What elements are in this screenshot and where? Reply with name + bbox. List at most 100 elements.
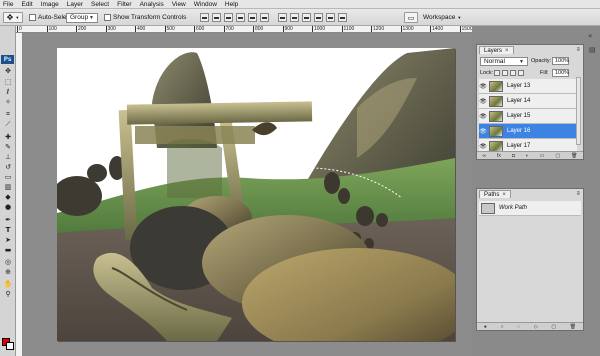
layers-panel: Layers × ≡ Normal ▼ Opacity: 100% Lock: … [476, 44, 584, 160]
brush-tool-icon[interactable]: ✎ [3, 143, 13, 151]
background-color-swatch[interactable] [6, 342, 14, 350]
zoom-tool-icon[interactable]: ⚲ [3, 290, 13, 298]
align-right-icon[interactable] [260, 13, 269, 22]
ruler-tick-label: 900 [282, 26, 293, 32]
document-canvas[interactable] [57, 48, 455, 341]
eye-icon[interactable]: 👁 [479, 83, 487, 90]
blur-tool-icon[interactable]: ◆ [3, 193, 13, 201]
hand-tool-icon[interactable]: ✋ [3, 280, 13, 288]
menu-item-window[interactable]: Window [190, 0, 221, 9]
marquee-tool-icon[interactable]: ⬚ [3, 78, 13, 86]
menu-item-help[interactable]: Help [221, 0, 242, 9]
dodge-tool-icon[interactable]: ● [3, 203, 13, 211]
eye-icon[interactable]: 👁 [479, 113, 487, 120]
lasso-tool-icon[interactable]: ℓ [3, 88, 13, 96]
lock-all-icon[interactable] [518, 70, 524, 76]
layers-footer: ∞ fx ◘ ◐ ▭ ▢ 🗑 [477, 151, 583, 159]
type-tool-icon[interactable]: T [3, 226, 13, 234]
eyedropper-tool-icon[interactable]: ⟋ [3, 120, 13, 128]
make-work-path-icon[interactable]: ◇ [534, 324, 538, 330]
load-selection-icon[interactable]: ◌ [517, 324, 520, 330]
tab-layers[interactable]: Layers × [479, 46, 514, 54]
delete-path-icon[interactable]: 🗑 [570, 324, 576, 330]
align-hcenter-icon[interactable] [248, 13, 257, 22]
align-bottom-icon[interactable] [224, 13, 233, 22]
fill-path-icon[interactable]: ● [484, 324, 487, 330]
new-path-icon[interactable]: ▢ [551, 324, 556, 330]
layer-row[interactable]: 👁 Layer 13 [479, 79, 577, 94]
clone-stamp-tool-icon[interactable]: ⊥ [3, 153, 13, 161]
pen-tool-icon[interactable]: ✒ [3, 216, 13, 224]
menu-item-layer[interactable]: Layer [63, 0, 87, 9]
layer-row[interactable]: 👁 Layer 14 [479, 94, 577, 109]
layer-style-icon[interactable]: fx [497, 153, 501, 159]
fill-field[interactable]: 100% [552, 69, 569, 77]
lock-transparency-icon[interactable] [494, 70, 500, 76]
crop-tool-icon[interactable]: ⌗ [3, 110, 13, 118]
opacity-field[interactable]: 100% [552, 57, 569, 65]
align-top-icon[interactable] [200, 13, 209, 22]
move-tool-preset[interactable]: ✥ ▼ [3, 12, 23, 23]
blend-mode-dropdown[interactable]: Normal ▼ [480, 57, 528, 66]
move-tool-icon[interactable]: ✥ [3, 67, 13, 75]
dock-panel-icon[interactable]: ▤ [589, 46, 596, 54]
show-transform-checkbox[interactable] [104, 12, 111, 23]
workspace-label: Workspace [423, 14, 456, 21]
menu-item-image[interactable]: Image [37, 0, 63, 9]
panel-menu-icon[interactable]: ≡ [576, 47, 580, 53]
lock-pixels-icon[interactable] [502, 70, 508, 76]
3d-rotate-tool-icon[interactable]: ◎ [3, 258, 13, 266]
path-row[interactable]: Work Path [479, 201, 581, 216]
menu-item-analysis[interactable]: Analysis [136, 0, 168, 9]
panel-menu-icon[interactable]: ≡ [576, 191, 580, 197]
ruler-tick-label: 1400 [429, 26, 444, 32]
layers-scrollbar[interactable] [576, 77, 581, 145]
dock-expand-icon[interactable]: « [588, 32, 592, 40]
eraser-tool-icon[interactable]: ▭ [3, 173, 13, 181]
close-icon[interactable]: × [502, 191, 506, 199]
distribute-hcenter-icon[interactable] [326, 13, 335, 22]
shape-tool-icon[interactable]: ▬ [3, 246, 13, 254]
layer-row[interactable]: 👁 Layer 15 [479, 109, 577, 124]
align-vcenter-icon[interactable] [212, 13, 221, 22]
distribute-bottom-icon[interactable] [302, 13, 311, 22]
delete-layer-icon[interactable]: 🗑 [571, 153, 577, 159]
close-icon[interactable]: × [505, 47, 509, 55]
menu-item-file[interactable]: File [0, 0, 17, 9]
eye-icon[interactable]: 👁 [479, 143, 487, 150]
ruler-tick-label: 1500 [459, 26, 472, 32]
eye-icon[interactable]: 👁 [479, 98, 487, 105]
workspace-icon-button[interactable]: ▭ [404, 12, 418, 23]
distribute-right-icon[interactable] [338, 13, 347, 22]
lock-position-icon[interactable] [510, 70, 516, 76]
tab-paths[interactable]: Paths × [479, 190, 511, 198]
align-left-icon[interactable] [236, 13, 245, 22]
gradient-tool-icon[interactable]: ▥ [3, 183, 13, 191]
new-layer-icon[interactable]: ▢ [555, 153, 560, 159]
menu-item-view[interactable]: View [168, 0, 190, 9]
path-selection-tool-icon[interactable]: ➤ [3, 236, 13, 244]
3d-orbit-tool-icon[interactable]: ⊕ [3, 268, 13, 276]
adjustment-layer-icon[interactable]: ◐ [526, 153, 529, 159]
path-thumbnail [481, 202, 495, 214]
workspace-menu[interactable]: Workspace ▼ [423, 12, 461, 23]
menu-item-filter[interactable]: Filter [113, 0, 135, 9]
menu-item-edit[interactable]: Edit [17, 0, 36, 9]
scene-image [57, 48, 455, 341]
healing-brush-tool-icon[interactable]: ✚ [3, 133, 13, 141]
distribute-left-icon[interactable] [314, 13, 323, 22]
auto-select-checkbox[interactable] [29, 12, 36, 23]
distribute-top-icon[interactable] [278, 13, 287, 22]
link-layers-icon[interactable]: ∞ [482, 153, 486, 159]
menu-item-select[interactable]: Select [87, 0, 113, 9]
auto-select-dropdown[interactable]: Group ▼ [66, 12, 98, 23]
stroke-path-icon[interactable]: ○ [501, 324, 504, 330]
eye-icon[interactable]: 👁 [479, 128, 487, 135]
layer-name: Layer 16 [507, 128, 531, 134]
layer-row[interactable]: 👁 Layer 16 [479, 124, 577, 139]
add-mask-icon[interactable]: ◘ [512, 153, 515, 159]
distribute-vcenter-icon[interactable] [290, 13, 299, 22]
new-group-icon[interactable]: ▭ [540, 153, 545, 159]
magic-wand-tool-icon[interactable]: ✧ [3, 98, 13, 106]
history-brush-tool-icon[interactable]: ↺ [3, 163, 13, 171]
